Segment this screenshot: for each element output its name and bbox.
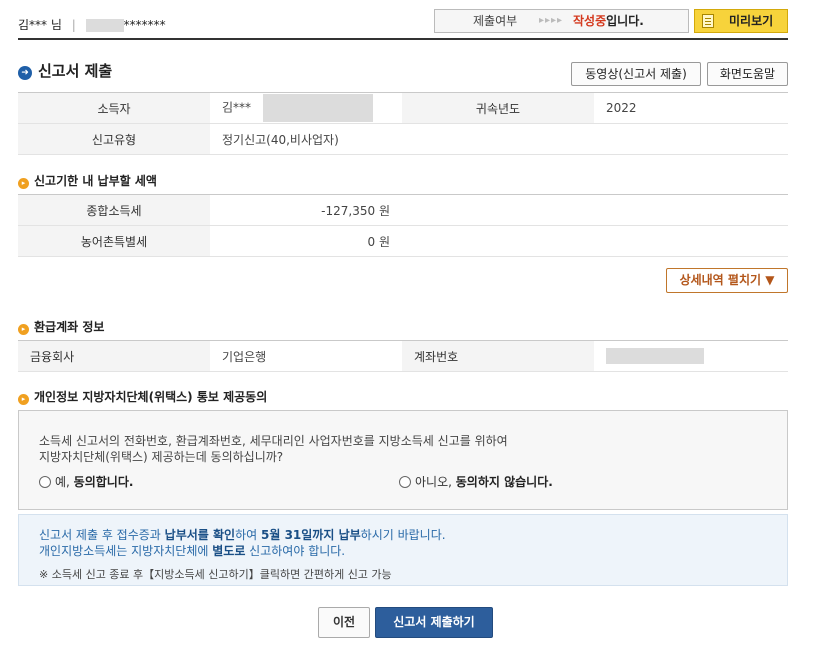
user-info: 김*** 님 | ******* bbox=[18, 16, 166, 33]
bullet-icon: ▸ bbox=[18, 324, 29, 335]
video-button[interactable]: 동영상(신고서 제출) bbox=[571, 62, 701, 86]
preview-button[interactable]: 미리보기 bbox=[694, 9, 788, 33]
status-value: 작성중입니다. bbox=[573, 14, 644, 28]
user-name: 김*** bbox=[18, 18, 48, 32]
info-box: 신고서 제출 후 접수증과 납부서를 확인하여 5월 31일까지 납부하시기 바… bbox=[18, 514, 788, 586]
status-label: 제출여부 bbox=[473, 14, 518, 28]
preview-label: 미리보기 bbox=[729, 14, 774, 28]
type-label: 신고유형 bbox=[18, 123, 210, 155]
year-label: 귀속년도 bbox=[402, 92, 594, 124]
user-id-masked: ******* bbox=[123, 18, 166, 32]
account-label: 계좌번호 bbox=[402, 340, 594, 372]
earner-value: 김*** bbox=[210, 92, 402, 124]
tax-table: 종합소득세 -127,350 원 농어촌특별세 0 원 bbox=[18, 194, 788, 257]
tax-section-title: ▸ 신고기한 내 납부할 세액 bbox=[18, 172, 157, 189]
document-icon bbox=[702, 14, 714, 28]
table-row: 금융회사 기업은행 계좌번호 bbox=[18, 340, 788, 372]
type-value: 정기신고(40,비사업자) bbox=[210, 123, 788, 155]
table-row: 종합소득세 -127,350 원 bbox=[18, 194, 788, 226]
top-bar: 김*** 님 | ******* 제출여부 ▸▸▸▸ 작성중입니다. 미리보기 bbox=[18, 8, 788, 40]
info-line2: 개인지방소득세는 지방자치단체에 별도로 신고하여야 합니다. bbox=[39, 544, 346, 558]
bank-value: 기업은행 bbox=[210, 340, 402, 372]
masked-account-blur bbox=[606, 348, 704, 364]
tax-value: -127,350 원 bbox=[210, 194, 402, 226]
status-arrows: ▸▸▸▸ bbox=[539, 15, 564, 26]
radio-circle-icon bbox=[399, 476, 411, 488]
consent-text-line1: 소득세 신고서의 전화번호, 환급계좌번호, 세무대리인 사업자번호를 지방소득… bbox=[39, 434, 508, 448]
bank-label: 금융회사 bbox=[18, 340, 210, 372]
tax-value: 0 원 bbox=[210, 225, 402, 257]
consent-box: 소득세 신고서의 전화번호, 환급계좌번호, 세무대리인 사업자번호를 지방소득… bbox=[18, 410, 788, 510]
submission-status: 제출여부 ▸▸▸▸ 작성중입니다. bbox=[434, 9, 689, 33]
refund-section-title: ▸ 환급계좌 정보 bbox=[18, 318, 104, 335]
refund-table: 금융회사 기업은행 계좌번호 bbox=[18, 340, 788, 372]
account-value bbox=[594, 340, 788, 372]
consent-yes-radio[interactable]: 예, 동의합니다. bbox=[39, 473, 133, 490]
prev-button[interactable]: 이전 bbox=[318, 607, 370, 638]
table-row: 농어촌특별세 0 원 bbox=[18, 225, 788, 257]
tax-label: 농어촌특별세 bbox=[18, 225, 210, 257]
arrow-right-icon: ➜ bbox=[18, 66, 32, 80]
bullet-icon: ▸ bbox=[18, 178, 29, 189]
masked-id-blur bbox=[85, 19, 124, 32]
info-line1: 신고서 제출 후 접수증과 납부서를 확인하여 5월 31일까지 납부하시기 바… bbox=[39, 528, 446, 542]
page-title: ➜ 신고서 제출 bbox=[18, 60, 112, 81]
consent-text-line2: 지방자치단체(위택스) 제공하는데 동의하십니까? bbox=[39, 450, 284, 464]
year-value: 2022 bbox=[594, 92, 788, 124]
earner-label: 소득자 bbox=[18, 92, 210, 124]
consent-section-title: ▸ 개인정보 지방자치단체(위택스) 통보 제공동의 bbox=[18, 388, 267, 405]
bullet-icon: ▸ bbox=[18, 394, 29, 405]
basic-info-table: 소득자 김*** 귀속년도 2022 신고유형 정기신고(40,비사업자) bbox=[18, 92, 788, 155]
user-honorific: 님 bbox=[50, 18, 62, 32]
help-button[interactable]: 화면도움말 bbox=[707, 62, 788, 86]
info-note: ※ 소득세 신고 종료 후【지방소득세 신고하기】클릭하면 간편하게 신고 가능 bbox=[39, 568, 392, 581]
radio-circle-icon bbox=[39, 476, 51, 488]
expand-details-button[interactable]: 상세내역 펼치기 ▼ bbox=[666, 268, 788, 293]
consent-no-radio[interactable]: 아니오, 동의하지 않습니다. bbox=[399, 473, 553, 490]
separator: | bbox=[71, 18, 76, 32]
tax-label: 종합소득세 bbox=[18, 194, 210, 226]
submit-button[interactable]: 신고서 제출하기 bbox=[375, 607, 493, 638]
masked-name-blur bbox=[262, 94, 373, 122]
